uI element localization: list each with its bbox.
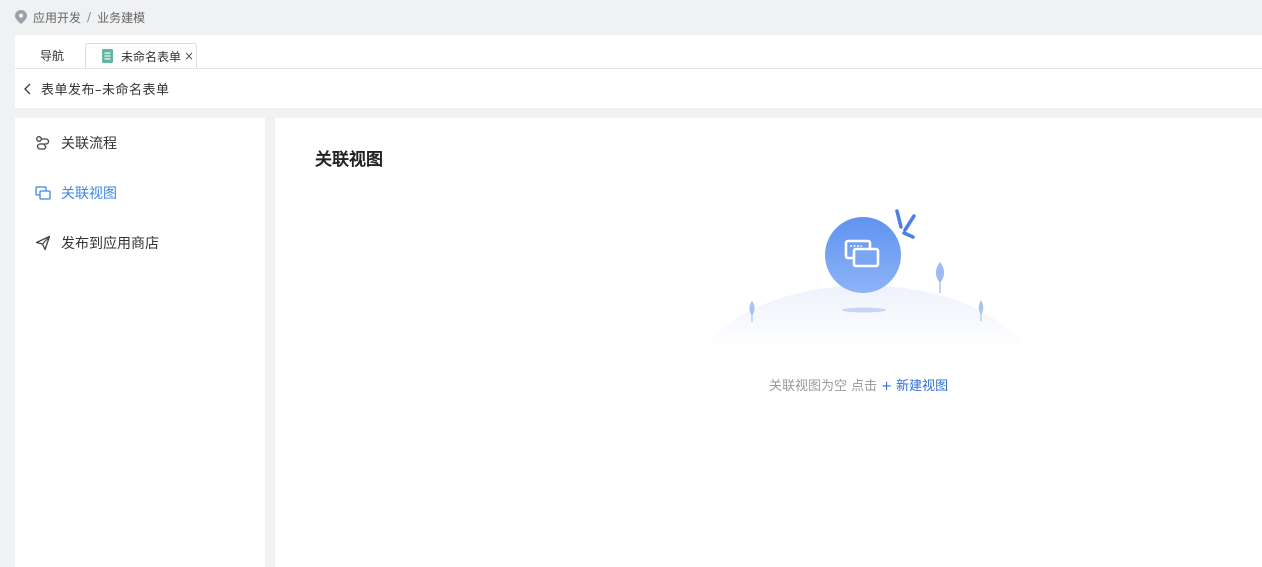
close-icon[interactable]: ×	[184, 50, 194, 62]
breadcrumb-item-business-modeling[interactable]: 业务建模	[97, 9, 145, 26]
location-pin-icon	[15, 10, 27, 24]
sidebar-item-related-view[interactable]: 关联视图	[35, 183, 117, 203]
flow-link-icon	[36, 136, 50, 150]
breadcrumb-item-app-dev[interactable]: 应用开发	[33, 9, 81, 26]
tab-label: 未命名表单	[121, 49, 182, 64]
tab-navigation[interactable]: 导航	[40, 47, 64, 64]
empty-state-illustration	[700, 209, 1030, 353]
page-header: 表单发布–未命名表单	[15, 69, 1262, 108]
sidebar-item-label: 发布到应用商店	[61, 236, 159, 252]
sidebar-item-label: 关联流程	[61, 136, 117, 152]
paper-plane-icon	[35, 235, 51, 251]
tab-untitled-form[interactable]: 未命名表单 ×	[85, 43, 197, 68]
breadcrumb-separator: /	[87, 10, 92, 24]
main-content: 关联视图 关联视图为空 点击 + 新建视图	[275, 118, 1262, 567]
page-title: 表单发布–未命名表单	[41, 83, 170, 98]
sidebar-item-label: 关联视图	[61, 186, 117, 202]
view-link-icon	[35, 186, 51, 200]
sidebar: 关联流程 关联视图 发布到应用商店	[15, 118, 265, 567]
tab-bar: 导航 未命名表单 ×	[15, 35, 1262, 69]
empty-state-message: 关联视图为空 点击 + 新建视图	[769, 375, 948, 394]
section-title: 关联视图	[315, 150, 383, 170]
sidebar-item-related-process[interactable]: 关联流程	[35, 133, 117, 153]
document-icon	[102, 49, 113, 63]
sidebar-item-publish-to-store[interactable]: 发布到应用商店	[35, 233, 159, 253]
breadcrumb: 应用开发 / 业务建模	[15, 7, 145, 27]
chevron-left-icon[interactable]	[23, 83, 33, 95]
empty-message: 关联视图为空 点击	[769, 379, 878, 394]
new-view-link[interactable]: + 新建视图	[881, 379, 948, 394]
